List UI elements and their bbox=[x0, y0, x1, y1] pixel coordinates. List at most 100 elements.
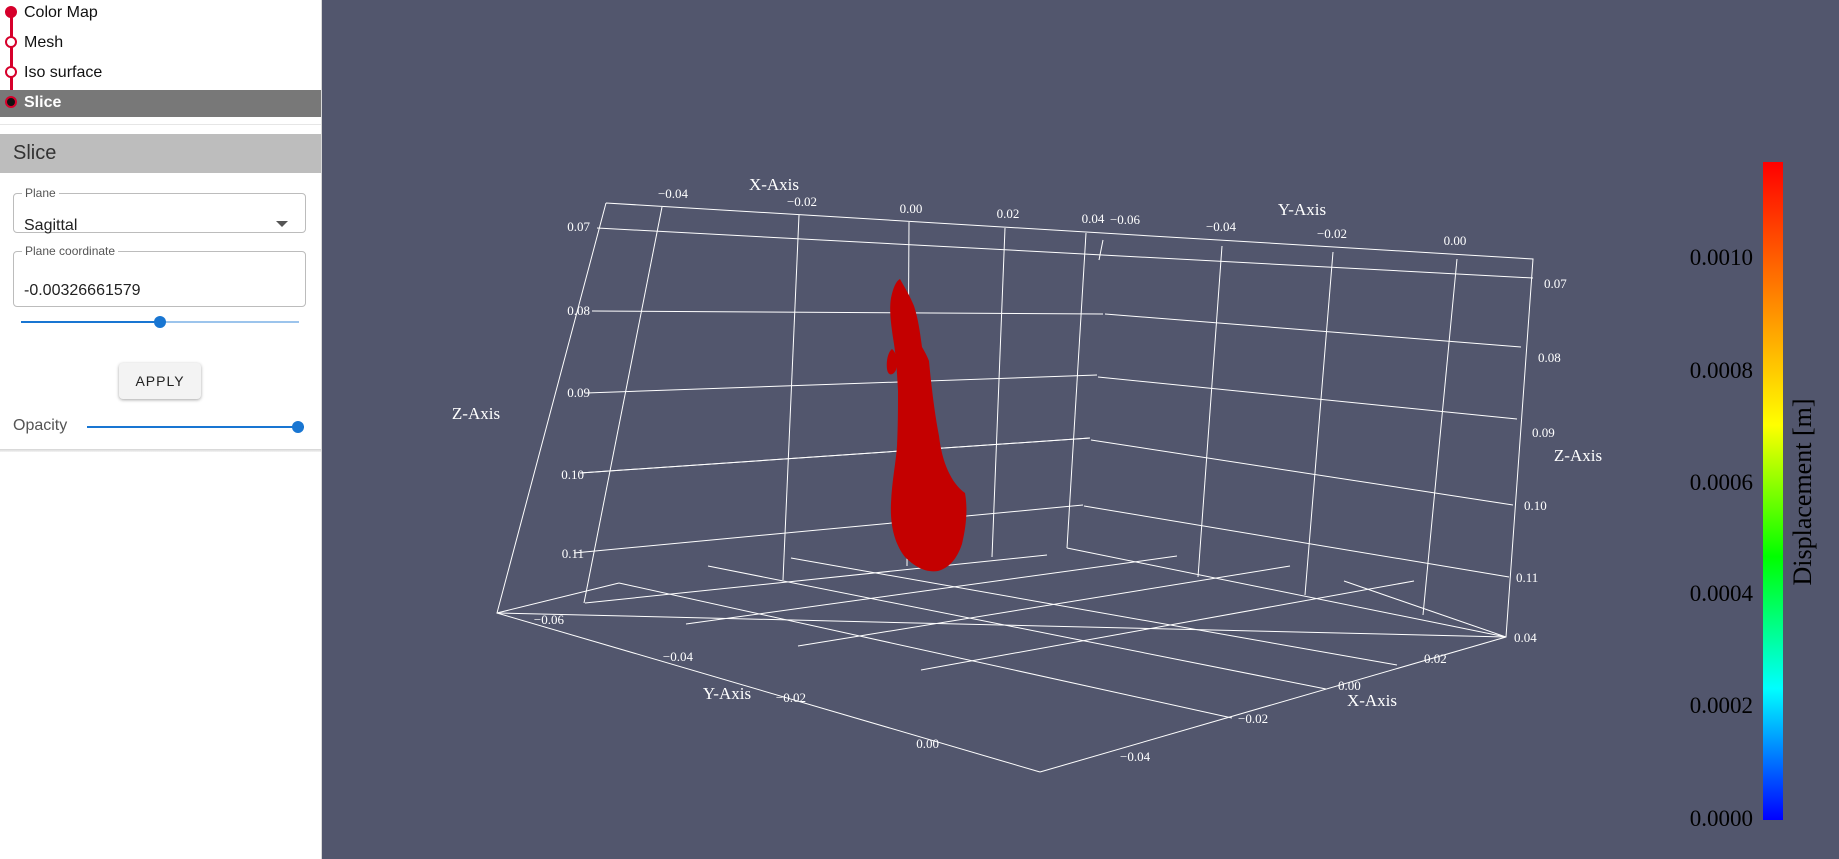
caret-down-icon bbox=[276, 221, 288, 227]
grid-line bbox=[797, 565, 1291, 647]
y-tick-top: 0.00 bbox=[1444, 233, 1467, 248]
plane-select[interactable]: Plane Sagittal bbox=[13, 186, 306, 234]
grid-frame-line bbox=[596, 227, 1534, 279]
step-iso-surface[interactable]: Iso surface bbox=[0, 60, 321, 90]
x-axis-title-bottom: X-Axis bbox=[1347, 691, 1397, 710]
axes-grid bbox=[496, 202, 1534, 773]
colorbar-tick: 0.0002 bbox=[1690, 693, 1753, 718]
colorbar-tick: 0.0008 bbox=[1690, 358, 1753, 383]
z-tick-right: 0.08 bbox=[1538, 350, 1561, 365]
panel-title: Slice bbox=[0, 134, 321, 173]
plane-coordinate-label: Plane coordinate bbox=[25, 244, 116, 258]
step-dot-icon bbox=[5, 36, 17, 48]
z-tick-left: 0.07 bbox=[567, 219, 590, 234]
x-tick-top: 0.04 bbox=[1082, 211, 1105, 226]
y-tick-bottom: −0.02 bbox=[776, 690, 806, 705]
step-label: Color Map bbox=[24, 4, 98, 21]
step-dot-icon bbox=[5, 66, 17, 78]
slider-thumb[interactable] bbox=[292, 421, 304, 433]
x-tick-bottom: 0.00 bbox=[1338, 678, 1361, 693]
x-tick-top: 0.00 bbox=[900, 201, 923, 216]
z-axis-title-left: Z-Axis bbox=[452, 404, 500, 423]
plane-value: Sagittal bbox=[24, 217, 78, 234]
z-axis-title-right: Z-Axis bbox=[1554, 446, 1602, 465]
grid-line bbox=[1098, 239, 1104, 261]
y-tick-top: −0.02 bbox=[1317, 226, 1347, 241]
grid-line bbox=[1304, 251, 1334, 596]
surface-body bbox=[890, 279, 967, 572]
grid-line bbox=[583, 206, 663, 604]
x-tick-bottom: −0.02 bbox=[1238, 711, 1268, 726]
opacity-slider[interactable] bbox=[87, 420, 304, 434]
grid-line bbox=[585, 374, 1098, 394]
iso-surface-mesh bbox=[886, 279, 967, 572]
x-axis-title: X-Axis bbox=[749, 175, 799, 194]
colorbar-tick: 0.0004 bbox=[1690, 581, 1754, 606]
grid-line bbox=[1097, 376, 1518, 420]
colorbar-tick: 0.0010 bbox=[1690, 245, 1753, 270]
colorbar-tick: 0.0000 bbox=[1690, 806, 1753, 831]
y-tick-top: −0.06 bbox=[1110, 212, 1141, 227]
slider-track bbox=[21, 321, 160, 323]
slider-thumb[interactable] bbox=[154, 316, 166, 328]
grid-frame-line bbox=[496, 582, 620, 614]
slider-track bbox=[87, 426, 304, 428]
x-tick-bottom: −0.04 bbox=[1120, 749, 1151, 764]
slider-rail bbox=[160, 321, 299, 323]
grid-line bbox=[1083, 505, 1510, 578]
grid-line bbox=[782, 214, 800, 581]
colorbar-title: Displacement [m] bbox=[1788, 399, 1817, 586]
y-axis-title-bottom: Y-Axis bbox=[703, 684, 751, 703]
z-tick-right: 0.09 bbox=[1532, 425, 1555, 440]
opacity-label: Opacity bbox=[13, 417, 68, 434]
y-tick-bottom: 0.00 bbox=[916, 736, 939, 751]
step-mesh[interactable]: Mesh bbox=[0, 30, 321, 60]
grid-line bbox=[1066, 547, 1507, 638]
step-label: Slice bbox=[24, 94, 62, 111]
y-tick-bottom: −0.04 bbox=[663, 649, 694, 664]
z-tick-left: 0.08 bbox=[567, 303, 590, 318]
y-axis-title: Y-Axis bbox=[1278, 200, 1326, 219]
z-tick-right: 0.07 bbox=[1544, 276, 1567, 291]
y-tick-top: −0.04 bbox=[1206, 219, 1237, 234]
z-tick-left: 0.11 bbox=[562, 546, 584, 561]
z-tick-left: 0.09 bbox=[567, 385, 590, 400]
grid-line bbox=[573, 504, 1084, 554]
step-active-dot-icon bbox=[5, 96, 17, 108]
x-axis-title-top: X-Axis bbox=[749, 175, 799, 194]
3d-plot[interactable]: X-Axis Y-Axis Z-Axis Z-Axis Y-Axis X-Axi… bbox=[322, 0, 1839, 859]
grid-frame-line bbox=[496, 202, 1534, 638]
step-slice[interactable]: Slice bbox=[0, 90, 321, 117]
apply-button[interactable]: APPLY bbox=[119, 363, 201, 399]
colorbar-gradient bbox=[1763, 162, 1783, 820]
plane-label: Plane bbox=[25, 186, 56, 200]
grid-line bbox=[991, 227, 1006, 558]
colorbar: 0.0010 0.0008 0.0006 0.0004 0.0002 0.000… bbox=[1690, 162, 1817, 831]
step-done-dot-icon bbox=[5, 6, 17, 18]
grid-line bbox=[496, 612, 1041, 773]
step-color-map[interactable]: Color Map bbox=[0, 0, 321, 30]
grid-line bbox=[579, 437, 1091, 474]
x-tick-top: −0.04 bbox=[658, 186, 689, 201]
z-tick-right: 0.11 bbox=[1516, 570, 1538, 585]
step-label: Mesh bbox=[24, 34, 64, 51]
y-axis-title-top: Y-Axis bbox=[1278, 200, 1326, 219]
grid-line bbox=[591, 310, 1104, 315]
3d-viewer[interactable]: X-Axis Y-Axis Z-Axis Z-Axis Y-Axis X-Axi… bbox=[322, 0, 1839, 859]
z-tick-left: 0.10 bbox=[561, 467, 584, 482]
grid-line bbox=[790, 557, 1398, 666]
pipeline-steps: Color Map Mesh Iso surface Slice bbox=[0, 0, 321, 117]
plane-coordinate-slider[interactable] bbox=[21, 315, 299, 329]
grid-line bbox=[1066, 232, 1087, 549]
x-tick-top: −0.02 bbox=[787, 194, 817, 209]
grid-line bbox=[1090, 439, 1514, 506]
x-tick-bottom: 0.04 bbox=[1514, 630, 1537, 645]
z-tick-right: 0.10 bbox=[1524, 498, 1547, 513]
x-tick-bottom: 0.02 bbox=[1424, 651, 1447, 666]
y-tick-bottom: −0.06 bbox=[534, 612, 565, 627]
grid-line bbox=[1104, 313, 1522, 348]
plane-coordinate-value[interactable]: -0.00326661579 bbox=[24, 282, 141, 300]
plane-coordinate-field[interactable]: Plane coordinate -0.00326661579 bbox=[13, 245, 306, 307]
divider bbox=[0, 124, 321, 125]
colorbar-tick: 0.0006 bbox=[1690, 470, 1753, 495]
